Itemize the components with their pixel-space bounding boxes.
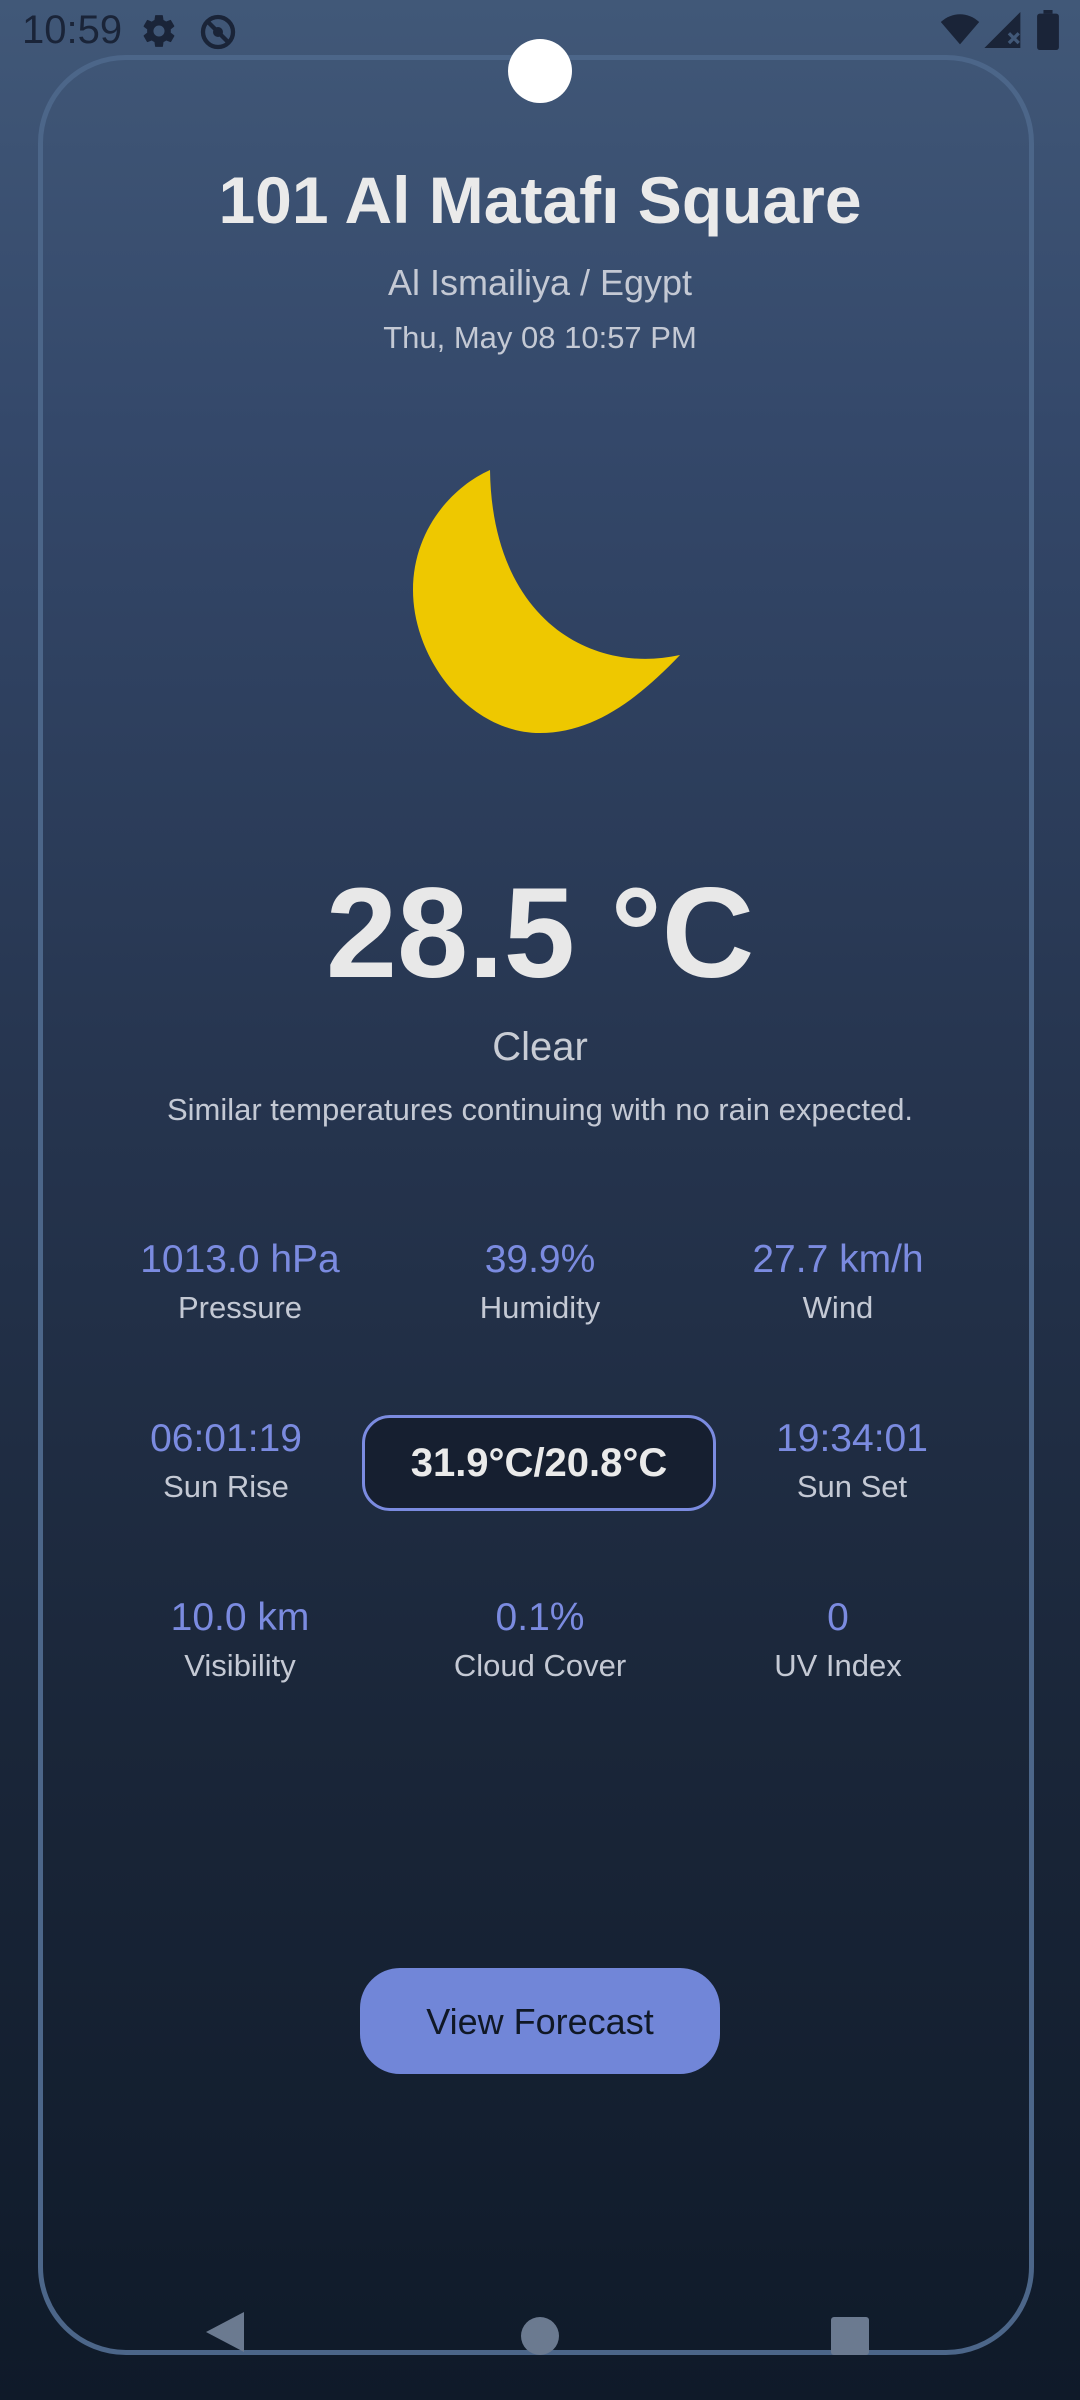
weather-summary: Similar temperatures continuing with no …: [166, 1092, 914, 1127]
battery-icon: [1037, 10, 1059, 55]
sunset-label: Sun Set: [796, 1469, 908, 1504]
stat-uv-index: 0 UV Index: [708, 1596, 968, 1684]
signal-icon: [984, 12, 1024, 53]
sunrise-value: 06:01:19: [150, 1417, 302, 1460]
weather-condition: Clear: [492, 1025, 588, 1069]
sunset-value: 19:34:01: [776, 1417, 928, 1460]
status-time: 10:59: [22, 8, 123, 52]
pressure-label: Pressure: [177, 1290, 303, 1325]
humidity-value: 39.9%: [484, 1238, 596, 1281]
visibility-label: Visibility: [184, 1648, 296, 1683]
pressure-value: 1013.0 hPa: [140, 1238, 340, 1281]
stat-sunrise: 06:01:19 Sun Rise: [96, 1417, 356, 1505]
stat-sunset: 19:34:01 Sun Set: [722, 1417, 982, 1505]
location-title: 101 Al Matafı Square: [218, 163, 862, 237]
stat-pressure: 1013.0 hPa Pressure: [110, 1238, 370, 1326]
uv-index-value: 0: [827, 1596, 849, 1639]
location-region: Al Ismailiya / Egypt: [387, 262, 693, 303]
stat-visibility: 10.0 km Visibility: [110, 1596, 370, 1684]
wind-label: Wind: [802, 1290, 874, 1325]
wifi-icon: [940, 14, 980, 51]
current-temperature: 28.5 °C: [325, 862, 755, 1005]
nav-back-button[interactable]: [204, 2310, 246, 2359]
front-camera: [508, 39, 572, 103]
settings-icon: [140, 12, 178, 55]
min-max-temperature-badge: 31.9°C/20.8°C: [362, 1415, 716, 1511]
visibility-value: 10.0 km: [170, 1596, 310, 1639]
stat-humidity: 39.9% Humidity: [410, 1238, 670, 1326]
location-datetime: Thu, May 08 10:57 PM: [383, 320, 697, 355]
humidity-label: Humidity: [479, 1290, 601, 1325]
nav-recents-button[interactable]: [830, 2316, 870, 2361]
cloud-cover-value: 0.1%: [495, 1596, 585, 1639]
moon-icon: [410, 460, 690, 745]
do-not-disturb-icon: [198, 12, 238, 57]
stat-wind: 27.7 km/h Wind: [708, 1238, 968, 1326]
uv-index-label: UV Index: [774, 1648, 902, 1683]
stat-cloud-cover: 0.1% Cloud Cover: [410, 1596, 670, 1684]
wind-value: 27.7 km/h: [752, 1238, 924, 1281]
cloud-cover-label: Cloud Cover: [453, 1648, 627, 1683]
nav-home-button[interactable]: [520, 2316, 560, 2361]
sunrise-label: Sun Rise: [163, 1469, 289, 1504]
view-forecast-button[interactable]: View Forecast: [360, 1968, 720, 2074]
